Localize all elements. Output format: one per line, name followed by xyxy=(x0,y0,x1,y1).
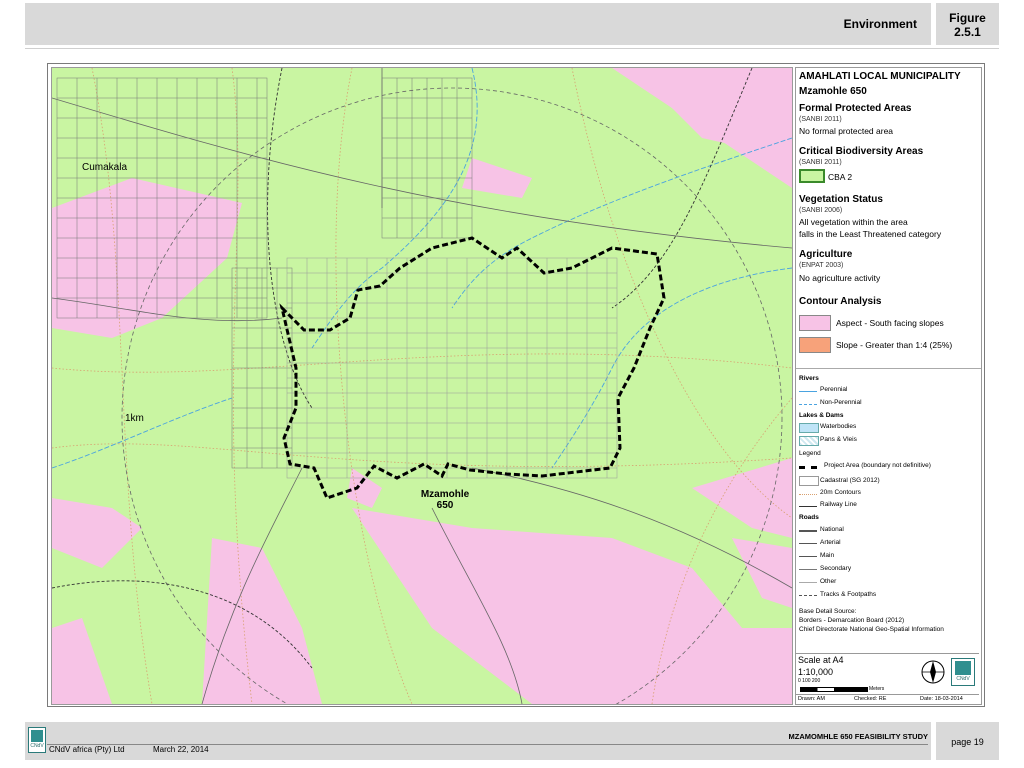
secondary-line xyxy=(799,569,817,570)
aspect-areas xyxy=(52,68,792,704)
cba2-swatch xyxy=(799,169,825,183)
aspect-label: Aspect - South facing slopes xyxy=(836,318,944,328)
rivers-title: Rivers xyxy=(799,375,819,382)
municipality-title: AMAHLATI LOCAL MUNICIPALITY xyxy=(799,71,961,82)
veg-title: Vegetation Status xyxy=(799,194,883,205)
project-title: Mzamohle 650 xyxy=(799,86,867,97)
secondary-label: Secondary xyxy=(820,565,852,572)
lakes-title: Lakes & Dams xyxy=(799,412,844,419)
railway-label: Railway Line xyxy=(820,501,857,508)
cndv-logo-text: CNdV xyxy=(956,676,970,682)
map-panel: Cumakala 1km Mzamohle 650 xyxy=(51,67,793,705)
footer-logo-text: CNdV xyxy=(30,743,44,749)
cba-source: (SANBI 2011) xyxy=(799,159,842,166)
study-title: MZAMOMHLE 650 FEASIBILITY STUDY xyxy=(788,732,928,741)
site-label-number: 650 xyxy=(436,500,454,511)
national-line xyxy=(799,530,817,532)
pans-label: Pans & Vleis xyxy=(820,436,857,443)
page-number: page 19 xyxy=(951,737,984,747)
scale-ticks: 0 100 200 xyxy=(798,678,821,684)
non-perennial-label: Non-Perennial xyxy=(820,399,862,406)
figure-box: Figure 2.5.1 xyxy=(936,3,999,45)
site-label: Mzamohle 650 xyxy=(415,489,475,511)
checked-by: Checked: RE xyxy=(854,696,887,702)
legend-panel: AMAHLATI LOCAL MUNICIPALITY Mzamohle 650… xyxy=(795,67,982,705)
town-label: Cumakala xyxy=(82,162,128,173)
slope-swatch xyxy=(799,337,831,353)
map-frame: Cumakala 1km Mzamohle 650 AMAHLATI LOCAL… xyxy=(47,63,985,707)
arterial-label: Arterial xyxy=(820,539,841,546)
company-name: CNdV africa (Pty) Ltd xyxy=(49,745,125,754)
cadastral-label: Cadastral (SG 2012) xyxy=(820,477,880,484)
formal-text: No formal protected area xyxy=(799,126,894,136)
drawing-date: Date: 18-03-2014 xyxy=(920,696,963,702)
formal-source: (SANBI 2011) xyxy=(799,116,842,123)
non-perennial-line xyxy=(799,404,817,405)
perennial-line xyxy=(799,391,817,392)
cba2-label: CBA 2 xyxy=(828,172,853,182)
formal-title: Formal Protected Areas xyxy=(799,103,912,114)
north-arrow-icon xyxy=(921,660,945,684)
source-line-1: Base Detail Source: xyxy=(799,608,857,615)
railway-line xyxy=(799,506,817,507)
drawing-info: Drawn: AM Checked: RE Date: 18-03-2014 xyxy=(796,694,979,704)
tracks-label: Tracks & Footpaths xyxy=(820,591,877,598)
pans-swatch xyxy=(799,436,819,446)
main-line xyxy=(799,556,817,557)
drawn-by: Drawn: AM xyxy=(798,696,825,702)
footer-date: March 22, 2014 xyxy=(153,745,209,754)
contours-label: 20m Contours xyxy=(820,489,861,496)
page-number-box: page 19 xyxy=(936,722,999,760)
waterbodies-swatch xyxy=(799,423,819,433)
arterial-line xyxy=(799,543,817,544)
footer-logo: CNdV xyxy=(28,727,46,753)
project-area-line xyxy=(799,466,817,469)
scale-bar xyxy=(800,687,868,692)
veg-source: (SANBI 2006) xyxy=(799,207,843,214)
aspect-swatch xyxy=(799,315,831,331)
footer-logo-mark xyxy=(31,730,43,742)
figure-number: Figure 2.5.1 xyxy=(936,11,999,39)
waterbodies-label: Waterbodies xyxy=(820,423,857,430)
cndv-logo: CNdV xyxy=(951,658,975,686)
cadastral-swatch xyxy=(799,476,819,486)
veg-text-2: falls in the Least Threatened category xyxy=(799,229,942,239)
veg-text-1: All vegetation within the area xyxy=(799,217,908,227)
scale-block: Scale at A4 1:10,000 0 100 200 Meters CN… xyxy=(796,653,979,703)
contour-title: Contour Analysis xyxy=(799,296,882,307)
project-area-label: Project Area (boundary not definitive) xyxy=(824,462,931,469)
figure-label: Figure xyxy=(949,11,986,25)
legend-divider xyxy=(796,368,981,369)
cadastral-grid-north xyxy=(381,77,473,239)
agri-source: (ENPAT 2003) xyxy=(799,262,844,269)
page-title: Environment xyxy=(843,17,917,31)
cba-title: Critical Biodiversity Areas xyxy=(799,146,924,157)
agri-title: Agriculture xyxy=(799,249,853,260)
scale-unit: Meters xyxy=(869,686,885,692)
main-label: Main xyxy=(820,552,835,559)
agri-text: No agriculture activity xyxy=(799,273,881,283)
footer-bar: MZAMOMHLE 650 FEASIBILITY STUDY CNdV afr… xyxy=(25,722,931,760)
source-line-2: Borders - Demarcation Board (2012) xyxy=(799,617,905,624)
contours-line xyxy=(799,494,817,495)
scale-title: Scale at A4 xyxy=(798,655,844,665)
header-divider xyxy=(25,48,999,49)
tracks-line xyxy=(799,595,817,596)
slope-label: Slope - Greater than 1:4 (25%) xyxy=(836,340,953,350)
figure-value: 2.5.1 xyxy=(954,25,981,39)
cndv-logo-mark xyxy=(955,661,971,675)
roads-title: Roads xyxy=(799,514,819,521)
legend-heading: Legend xyxy=(799,450,821,457)
source-line-3: Chief Directorate National Geo-Spatial I… xyxy=(799,626,944,633)
scale-ratio: 1:10,000 xyxy=(798,667,834,677)
site-label-name: Mzamohle xyxy=(420,489,470,500)
national-label: National xyxy=(820,526,844,533)
header-bar: Environment xyxy=(25,3,931,45)
perennial-label: Perennial xyxy=(820,386,848,393)
map-canvas xyxy=(52,68,792,704)
other-line xyxy=(799,582,817,583)
other-label: Other xyxy=(820,578,837,585)
distance-label: 1km xyxy=(125,413,144,424)
